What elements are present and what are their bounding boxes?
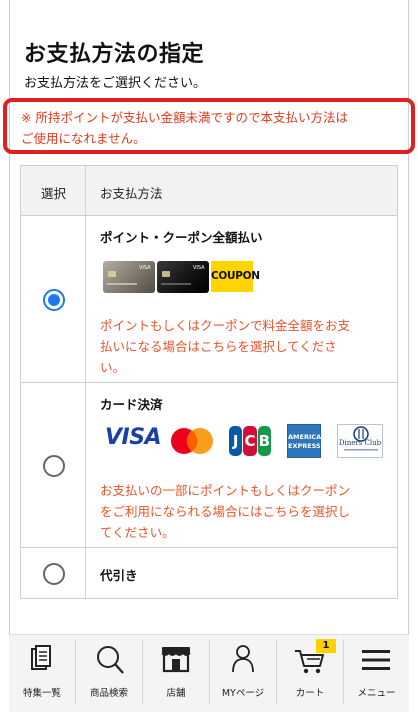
column-header-select: 選択 (41, 186, 67, 201)
coupon-badge: COUPON (211, 261, 260, 292)
nav-label-search: 商品検索 (89, 688, 128, 699)
desc-line: お支払いの一部にポイントもしくはクーポン (100, 483, 351, 498)
gold-card-image: VISA (103, 261, 155, 293)
nav-label-menu: メニュー (357, 688, 396, 699)
option-title-cod: 代引き (100, 568, 138, 583)
desc-line: い。 (100, 360, 126, 375)
amex-logo: AMERICAN EXPRESS (287, 424, 327, 458)
jcb-letter-c: C (243, 426, 257, 456)
nav-search[interactable]: 商品検索 (76, 635, 142, 712)
book-stack-icon (31, 645, 51, 670)
jcb-letter-b: B (257, 426, 271, 456)
desc-line: 払いになる場合はこちらを選択してくださ (100, 339, 337, 354)
diners-club-text: Diners Club (338, 439, 382, 447)
nav-label-mypage: MYページ (221, 688, 265, 699)
diners-club-logo: Diners Club (337, 424, 383, 458)
hamburger-menu-icon (362, 650, 390, 670)
desc-line: てください。 (100, 525, 175, 540)
radio-cod[interactable] (43, 563, 65, 585)
amex-word-2: EXPRESS (288, 442, 321, 450)
radio-card[interactable] (43, 455, 65, 477)
warning-line-2: ご使用になれません。 (21, 131, 146, 146)
amex-word-1: AMERICAN (288, 433, 327, 441)
bottom-nav: 特集一覧 商品検索 店舗 MYページ カート 1 メニュー (9, 634, 409, 712)
nav-mypage[interactable]: MYページ (210, 635, 276, 712)
nav-features[interactable]: 特集一覧 (9, 635, 75, 712)
desc-line: ポイントもしくはクーポンで料金全額をお支 (100, 318, 351, 333)
user-icon (232, 645, 254, 673)
option-desc-card: お支払いの一部にポイントもしくはクーポン をご利用になられる場合にはこちらを選択… (100, 480, 384, 543)
svg-text:VISA: VISA (193, 265, 205, 271)
black-card-image: VISA (157, 261, 209, 293)
mastercard-logo (171, 428, 213, 454)
desc-line: をご利用になられる場合にはこちらを選択し (100, 504, 351, 519)
payment-option-points[interactable]: ポイント・クーポン全額払い VISA VISA COUPON ポイントもしくはク… (21, 216, 397, 383)
store-icon (161, 647, 191, 673)
option-desc-points: ポイントもしくはクーポンで料金全額をお支 払いになる場合はこちらを選択してくださ… (100, 315, 384, 378)
payment-option-card[interactable]: カード決済 VISA J C B AMERICAN EXPRESS Diners… (21, 383, 397, 548)
nav-label-features: 特集一覧 (22, 688, 61, 699)
option-title-points: ポイント・クーポン全額払い (100, 230, 263, 245)
cart-count-badge: 1 (316, 639, 336, 653)
option-title-card: カード決済 (100, 397, 163, 412)
nav-label-store: 店舗 (166, 688, 186, 699)
page-subtitle: お支払方法をご選択ください。 (24, 76, 207, 91)
svg-text:VISA: VISA (139, 265, 151, 271)
warning-line-1: ※ 所持ポイントが支払い金額未満ですので本支払い方法は (21, 110, 348, 125)
jcb-logo: J C B (229, 426, 271, 456)
nav-store[interactable]: 店舗 (143, 635, 209, 712)
visa-logo: VISA (105, 425, 162, 450)
page-title: お支払方法の指定 (24, 42, 205, 67)
nav-menu[interactable]: メニュー (344, 635, 409, 712)
nav-label-cart: カート (295, 688, 325, 699)
search-icon (97, 646, 124, 674)
table-header: 選択 お支払方法 (21, 166, 397, 216)
payment-method-table: 選択 お支払方法 ポイント・クーポン全額払い VISA VISA COUPON … (20, 165, 398, 599)
payment-option-cod[interactable]: 代引き (21, 548, 397, 600)
radio-points[interactable] (43, 289, 65, 311)
jcb-letter-j: J (229, 426, 243, 456)
warning-notice: ※ 所持ポイントが支払い金額未満ですので本支払い方法は ご使用になれません。 (3, 98, 415, 154)
column-header-method: お支払方法 (100, 186, 163, 201)
